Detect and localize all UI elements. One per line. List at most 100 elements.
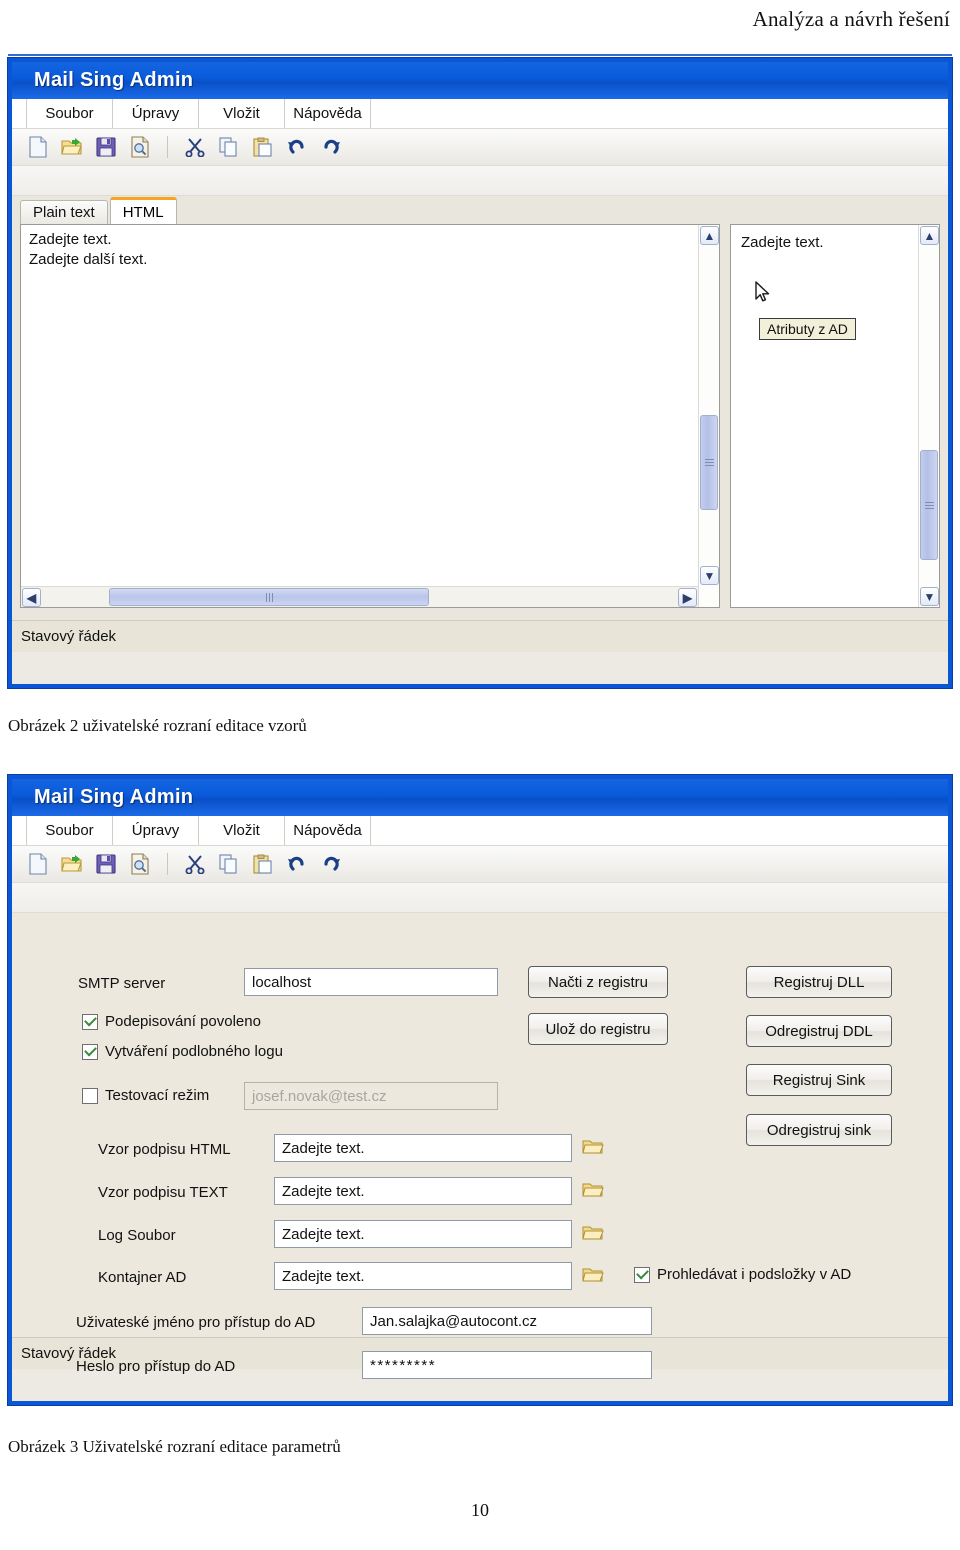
html-editor-text: Zadejte text. Zadejte další text.: [29, 231, 148, 269]
checkbox-label: Prohledávat i podsložky v AD: [657, 1266, 852, 1283]
html-template-input[interactable]: Zadejte text.: [274, 1134, 572, 1162]
browse-folder-icon[interactable]: [582, 1224, 604, 1242]
ad-username-input[interactable]: Jan.salajka@autocont.cz: [362, 1307, 652, 1335]
menubar-end-divider: [370, 816, 384, 845]
menu-item-vlozit[interactable]: Vložit: [198, 99, 284, 128]
ad-container-input[interactable]: Zadejte text.: [274, 1262, 572, 1290]
checkbox-prohledavat-podslozky[interactable]: Prohledávat i podsložky v AD: [634, 1266, 851, 1283]
checkbox-testovaci-rezim[interactable]: Testovací režim: [82, 1087, 209, 1104]
tooltip-atributy-z-ad: Atributy z AD: [759, 318, 856, 340]
page-number: 10: [471, 1500, 489, 1520]
label-vzor-podpisu-html: Vzor podpisu HTML: [98, 1141, 231, 1158]
checkbox-icon: [634, 1266, 650, 1283]
ad-attributes-pane[interactable]: Zadejte text. ▲ ▼ Atributy z AD: [730, 224, 940, 608]
menubar-end-divider: [370, 99, 384, 128]
horizontal-scroll-thumb[interactable]: [109, 588, 429, 606]
secondary-toolbar-window1: [12, 166, 948, 196]
cut-scissors-icon[interactable]: [181, 133, 209, 161]
menu-item-vlozit[interactable]: Vložit: [198, 816, 284, 845]
scroll-grip-icon: [924, 501, 934, 509]
new-document-icon[interactable]: [24, 850, 52, 878]
scroll-down-arrow-icon[interactable]: ▼: [700, 566, 719, 585]
statusbar-window1-text: Stavový řádek: [21, 628, 117, 645]
register-sink-button[interactable]: Registruj Sink: [746, 1064, 892, 1096]
copy-icon[interactable]: [215, 133, 243, 161]
menu-item-soubor[interactable]: Soubor: [26, 99, 112, 128]
editor-tabstrip: Plain text HTML: [20, 197, 179, 224]
menu-item-upravy[interactable]: Úpravy: [112, 816, 198, 845]
header-divider: [8, 54, 952, 56]
cut-scissors-icon[interactable]: [181, 850, 209, 878]
vertical-scroll-thumb[interactable]: [920, 450, 938, 560]
undo-icon[interactable]: [283, 133, 311, 161]
browse-folder-icon[interactable]: [582, 1181, 604, 1199]
checkbox-icon: [82, 1013, 98, 1030]
editor-horizontal-scrollbar[interactable]: ◀ ▶: [21, 586, 698, 607]
text-template-input[interactable]: Zadejte text.: [274, 1177, 572, 1205]
scroll-down-arrow-icon[interactable]: ▼: [920, 587, 939, 606]
scroll-right-arrow-icon[interactable]: ▶: [678, 588, 697, 607]
load-from-registry-button[interactable]: Načti z registru: [528, 966, 668, 998]
label-kontajner-ad: Kontajner AD: [98, 1269, 187, 1286]
statusbar-window1: Stavový řádek: [12, 620, 948, 652]
checkbox-icon: [82, 1043, 98, 1060]
ad-pane-vertical-scrollbar[interactable]: ▲ ▼: [918, 225, 939, 607]
tab-html[interactable]: HTML: [109, 197, 177, 224]
copy-icon[interactable]: [215, 850, 243, 878]
undo-icon[interactable]: [283, 850, 311, 878]
print-preview-icon[interactable]: [126, 133, 154, 161]
unregister-dll-button[interactable]: Odregistruj DDL: [746, 1015, 892, 1047]
save-floppy-icon[interactable]: [92, 133, 120, 161]
register-dll-button[interactable]: Registruj DLL: [746, 966, 892, 998]
save-to-registry-button[interactable]: Ulož do registru: [528, 1013, 668, 1045]
editor-vertical-scrollbar[interactable]: ▲ ▼: [698, 225, 719, 607]
label-smtp-server: SMTP server: [78, 975, 166, 992]
menu-item-napoveda[interactable]: Nápověda: [284, 816, 370, 845]
tab-plain-text[interactable]: Plain text: [20, 200, 108, 224]
toolbar-window2: [12, 846, 948, 883]
label-ad-username: Uživateské jméno pro přístup do AD: [76, 1314, 316, 1331]
parameters-form: SMTP server localhost Podepisování povol…: [12, 913, 948, 1379]
new-document-icon[interactable]: [24, 133, 52, 161]
menu-item-napoveda[interactable]: Nápověda: [284, 99, 370, 128]
toolbar-window1: [12, 129, 948, 166]
menubar-window1: Soubor Úpravy Vložit Nápověda: [12, 99, 948, 129]
label-log-soubor: Log Soubor: [98, 1227, 176, 1244]
save-floppy-icon[interactable]: [92, 850, 120, 878]
open-folder-icon[interactable]: [58, 850, 86, 878]
print-preview-icon[interactable]: [126, 850, 154, 878]
scroll-grip-icon: [265, 592, 273, 602]
ad-password-input[interactable]: *********: [362, 1351, 652, 1379]
browse-folder-icon[interactable]: [582, 1266, 604, 1284]
scroll-grip-icon: [704, 459, 714, 466]
window1-title: Mail Sing Admin: [34, 69, 194, 91]
window-pattern-editor: Mail Sing Admin Soubor Úpravy Vložit Náp…: [8, 58, 952, 688]
redo-icon[interactable]: [317, 133, 345, 161]
checkbox-label: Testovací režim: [105, 1087, 210, 1104]
checkbox-label: Vytváření podlobného logu: [105, 1043, 283, 1060]
open-folder-icon[interactable]: [58, 133, 86, 161]
vertical-scroll-thumb[interactable]: [700, 415, 718, 510]
menu-item-soubor[interactable]: Soubor: [26, 816, 112, 845]
paste-icon[interactable]: [249, 850, 277, 878]
smtp-server-input[interactable]: localhost: [244, 968, 498, 996]
ad-pane-text: Zadejte text.: [741, 234, 824, 251]
checkbox-label: Podepisování povoleno: [105, 1013, 261, 1030]
scroll-up-arrow-icon[interactable]: ▲: [920, 226, 939, 245]
unregister-sink-button[interactable]: Odregistruj sink: [746, 1114, 892, 1146]
scroll-up-arrow-icon[interactable]: ▲: [700, 226, 719, 245]
scroll-left-arrow-icon[interactable]: ◀: [22, 588, 41, 607]
toolbar-separator: [167, 136, 168, 158]
log-file-input[interactable]: Zadejte text.: [274, 1220, 572, 1248]
paste-icon[interactable]: [249, 133, 277, 161]
checkbox-vytvareni-podlobneho-logu[interactable]: Vytváření podlobného logu: [82, 1043, 283, 1060]
html-editor-pane[interactable]: Zadejte text. Zadejte další text. ▲ ▼ ◀ …: [20, 224, 720, 608]
window-parameter-editor: Mail Sing Admin Soubor Úpravy Vložit Náp…: [8, 775, 952, 1405]
browse-folder-icon[interactable]: [582, 1138, 604, 1156]
test-mode-email-input[interactable]: josef.novak@test.cz: [244, 1082, 498, 1110]
label-vzor-podpisu-text: Vzor podpisu TEXT: [98, 1184, 228, 1201]
menu-item-upravy[interactable]: Úpravy: [112, 99, 198, 128]
redo-icon[interactable]: [317, 850, 345, 878]
checkbox-podepisovani-povoleno[interactable]: Podepisování povoleno: [82, 1013, 261, 1030]
caption-figure-3: Obrázek 3 Uživatelské rozraní editace pa…: [8, 1437, 341, 1456]
